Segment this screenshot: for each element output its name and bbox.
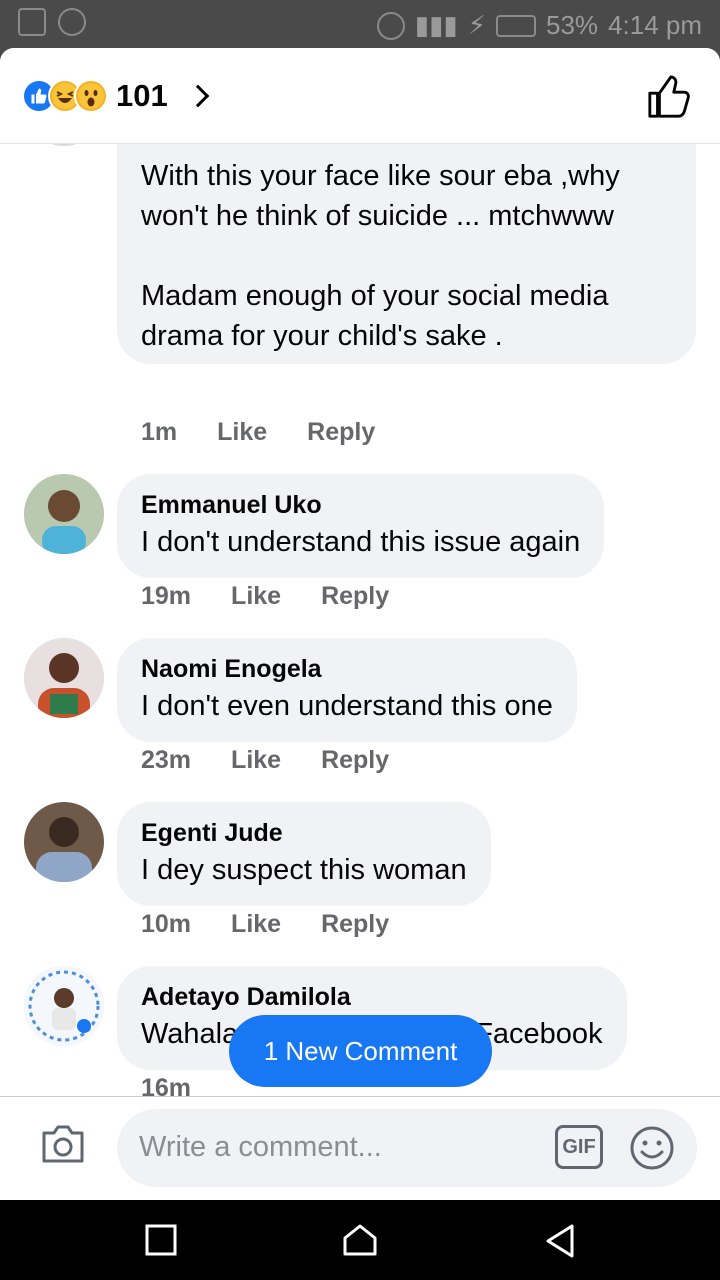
avatar[interactable] xyxy=(24,474,104,554)
back-icon[interactable] xyxy=(544,1224,576,1258)
avatar[interactable] xyxy=(24,144,104,146)
emoji-icon[interactable] xyxy=(629,1125,675,1171)
avatar[interactable] xyxy=(24,638,104,718)
gif-button[interactable]: GIF xyxy=(555,1125,603,1169)
clock: 4:14 pm xyxy=(608,10,702,40)
comment-author[interactable]: Egenti Jude xyxy=(141,816,467,850)
reply-link[interactable]: Reply xyxy=(321,910,389,939)
comment-meta: 10m Like Reply xyxy=(141,910,429,939)
comment-bubble[interactable]: With this your face like sour eba ,why w… xyxy=(117,144,696,364)
comment-author[interactable]: Naomi Enogela xyxy=(141,652,553,686)
like-link[interactable]: Like xyxy=(231,582,281,611)
comment-time: 19m xyxy=(141,582,192,610)
reactions-summary[interactable]: 101 xyxy=(22,78,210,114)
signal-icon: ▮▮▮ xyxy=(414,10,458,40)
camera-icon[interactable] xyxy=(38,1119,88,1169)
comment-meta: 23m Like Reply xyxy=(141,746,429,775)
comment-time: 10m xyxy=(141,910,192,938)
comments-list: With this your face like sour eba ,why w… xyxy=(0,144,720,1104)
comment-time: 23m xyxy=(141,746,192,774)
like-post-icon[interactable] xyxy=(646,74,692,120)
comment-bubble[interactable]: Egenti Jude I dey suspect this woman xyxy=(117,802,491,906)
comment-input[interactable] xyxy=(139,1127,539,1167)
comment-composer: GIF xyxy=(0,1096,720,1200)
recents-icon[interactable] xyxy=(145,1224,177,1256)
reply-link[interactable]: Reply xyxy=(307,418,375,447)
reply-link[interactable]: Reply xyxy=(321,582,389,611)
system-nav-bar xyxy=(0,1200,720,1280)
comment-time: 1m xyxy=(141,418,178,446)
gallery-icon xyxy=(18,8,46,36)
comments-sheet: 101 With this your face like sour eba ,w… xyxy=(0,48,720,1200)
avatar[interactable] xyxy=(24,966,104,1046)
whatsapp-icon xyxy=(58,8,86,36)
comment-text: With this your face like sour eba ,why w… xyxy=(141,160,620,352)
like-link[interactable]: Like xyxy=(231,910,281,939)
comment-bubble[interactable]: Emmanuel Uko I don't understand this iss… xyxy=(117,474,605,578)
wow-reaction-icon xyxy=(74,79,108,113)
avatar[interactable] xyxy=(24,802,104,882)
like-link[interactable]: Like xyxy=(231,746,281,775)
battery-percent: 53% xyxy=(546,10,599,40)
like-link[interactable]: Like xyxy=(217,418,267,447)
reply-link[interactable]: Reply xyxy=(321,746,389,775)
comment-meta: 1m Like Reply xyxy=(141,418,415,447)
comment-text: I don't even understand this one xyxy=(141,690,553,722)
comment-text: I dey suspect this woman xyxy=(141,854,467,886)
chevron-right-icon xyxy=(186,84,210,108)
status-bar: ▮▮▮ ⚡ 53% 4:14 pm xyxy=(0,0,720,48)
comment-author[interactable]: Adetayo Damilola xyxy=(141,980,603,1014)
comments-header: 101 xyxy=(0,48,720,144)
battery-icon xyxy=(496,14,536,37)
comment-input-container[interactable]: GIF xyxy=(117,1109,697,1187)
comment-text: I don't understand this issue again xyxy=(141,526,581,558)
new-comment-button[interactable]: 1 New Comment xyxy=(229,1015,492,1087)
charging-icon: ⚡ xyxy=(467,10,486,40)
comment-bubble[interactable]: Naomi Enogela I don't even understand th… xyxy=(117,638,577,742)
comment-author[interactable]: Emmanuel Uko xyxy=(141,488,580,522)
alarm-icon xyxy=(376,11,405,40)
home-icon[interactable] xyxy=(342,1224,378,1256)
comment-meta: 19m Like Reply xyxy=(141,582,429,611)
reaction-count: 101 xyxy=(116,78,168,113)
